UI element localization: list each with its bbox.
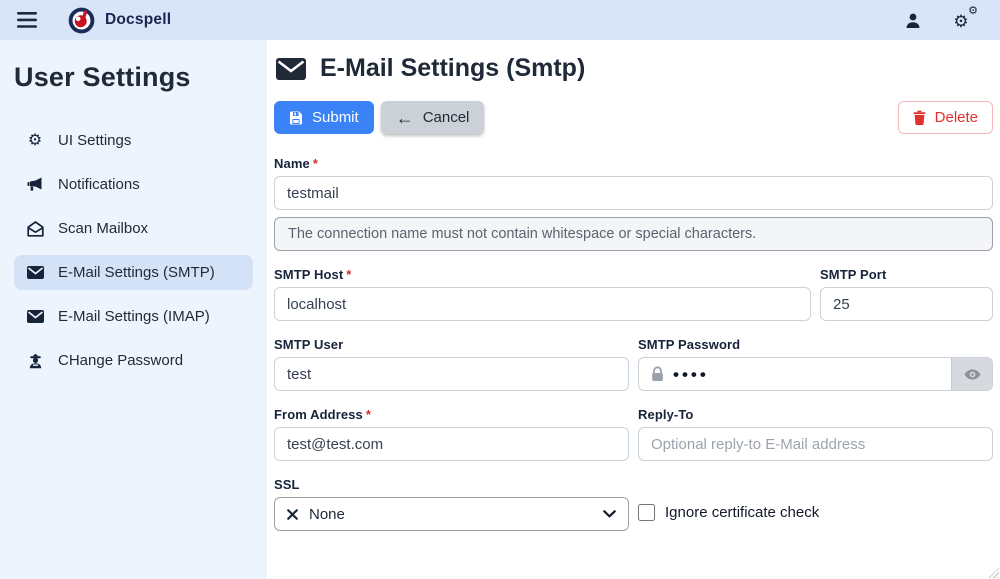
delete-button[interactable]: Delete bbox=[898, 101, 993, 134]
reply-to-label: Reply-To bbox=[638, 407, 993, 422]
password-value: •••• bbox=[673, 366, 951, 383]
required-asterisk: * bbox=[313, 156, 318, 171]
envelope-icon bbox=[26, 310, 44, 323]
user-icon[interactable] bbox=[902, 10, 924, 30]
ignore-certificate-label[interactable]: Ignore certificate check bbox=[665, 504, 819, 521]
lock-icon bbox=[639, 366, 673, 382]
menu-hamburger-icon[interactable] bbox=[14, 7, 40, 33]
sidebar-item-change-password[interactable]: CHange Password bbox=[14, 343, 253, 378]
main-content: E-Mail Settings (Smtp) Submit ← Cancel D… bbox=[267, 40, 1000, 579]
arrow-left-icon: ← bbox=[396, 109, 414, 127]
sidebar-item-ui-settings[interactable]: ⚙ UI Settings bbox=[14, 123, 253, 158]
cancel-button[interactable]: ← Cancel bbox=[381, 101, 485, 134]
save-icon bbox=[289, 111, 303, 125]
ignore-certificate-checkbox[interactable] bbox=[638, 504, 655, 521]
sidebar-item-label: E-Mail Settings (IMAP) bbox=[58, 308, 210, 325]
envelope-icon bbox=[26, 266, 44, 279]
brand-title: Docspell bbox=[105, 11, 171, 29]
smtp-user-label: SMTP User bbox=[274, 337, 629, 352]
bullhorn-icon bbox=[26, 177, 44, 192]
smtp-port-input[interactable] bbox=[820, 287, 993, 321]
admin-gears-icon[interactable]: ⚙⚙ bbox=[950, 10, 972, 30]
smtp-user-input[interactable] bbox=[274, 357, 629, 391]
topbar: Docspell ⚙⚙ bbox=[0, 0, 1000, 40]
sidebar-item-label: Scan Mailbox bbox=[58, 220, 148, 237]
sidebar-item-email-settings-imap[interactable]: E-Mail Settings (IMAP) bbox=[14, 299, 253, 334]
smtp-password-label: SMTP Password bbox=[638, 337, 993, 352]
sidebar-item-email-settings-smtp[interactable]: E-Mail Settings (SMTP) bbox=[14, 255, 253, 290]
chevron-down-icon bbox=[603, 510, 616, 518]
sidebar-item-label: E-Mail Settings (SMTP) bbox=[58, 264, 215, 281]
docspell-logo-icon bbox=[68, 7, 95, 34]
ssl-label: SSL bbox=[274, 477, 629, 492]
action-bar: Submit ← Cancel Delete bbox=[274, 101, 993, 134]
eye-icon bbox=[964, 369, 981, 380]
name-input[interactable] bbox=[274, 176, 993, 210]
smtp-password-input[interactable]: •••• bbox=[638, 357, 993, 391]
from-address-input[interactable] bbox=[274, 427, 629, 461]
sidebar-item-scan-mailbox[interactable]: Scan Mailbox bbox=[14, 211, 253, 246]
smtp-host-input[interactable] bbox=[274, 287, 811, 321]
smtp-host-label: SMTP Host* bbox=[274, 267, 811, 282]
name-label: Name* bbox=[274, 156, 993, 171]
envelope-open-icon bbox=[26, 221, 44, 237]
toggle-password-visibility-button[interactable] bbox=[951, 358, 992, 390]
sidebar-item-notifications[interactable]: Notifications bbox=[14, 167, 253, 202]
gear-icon: ⚙ bbox=[26, 133, 44, 149]
x-icon bbox=[287, 509, 298, 520]
required-asterisk: * bbox=[366, 407, 371, 422]
envelope-icon bbox=[276, 58, 306, 80]
ssl-select[interactable]: None bbox=[274, 497, 629, 531]
topbar-actions: ⚙⚙ bbox=[902, 10, 986, 30]
required-asterisk: * bbox=[346, 267, 351, 282]
smtp-port-label: SMTP Port bbox=[820, 267, 993, 282]
sidebar-item-label: UI Settings bbox=[58, 132, 131, 149]
sidebar: User Settings ⚙ UI Settings Notification… bbox=[0, 40, 267, 579]
smtp-settings-form: Name* The connection name must not conta… bbox=[274, 156, 993, 531]
ssl-selected-value: None bbox=[309, 506, 345, 523]
page-title: E-Mail Settings (Smtp) bbox=[276, 54, 993, 83]
from-address-label: From Address* bbox=[274, 407, 629, 422]
trash-icon bbox=[913, 110, 926, 125]
sidebar-heading: User Settings bbox=[14, 62, 253, 93]
user-secret-icon bbox=[26, 353, 44, 369]
sidebar-item-label: Notifications bbox=[58, 176, 140, 193]
reply-to-input[interactable] bbox=[638, 427, 993, 461]
submit-button[interactable]: Submit bbox=[274, 101, 374, 134]
name-hint: The connection name must not contain whi… bbox=[274, 217, 993, 251]
sidebar-item-label: CHange Password bbox=[58, 352, 183, 369]
